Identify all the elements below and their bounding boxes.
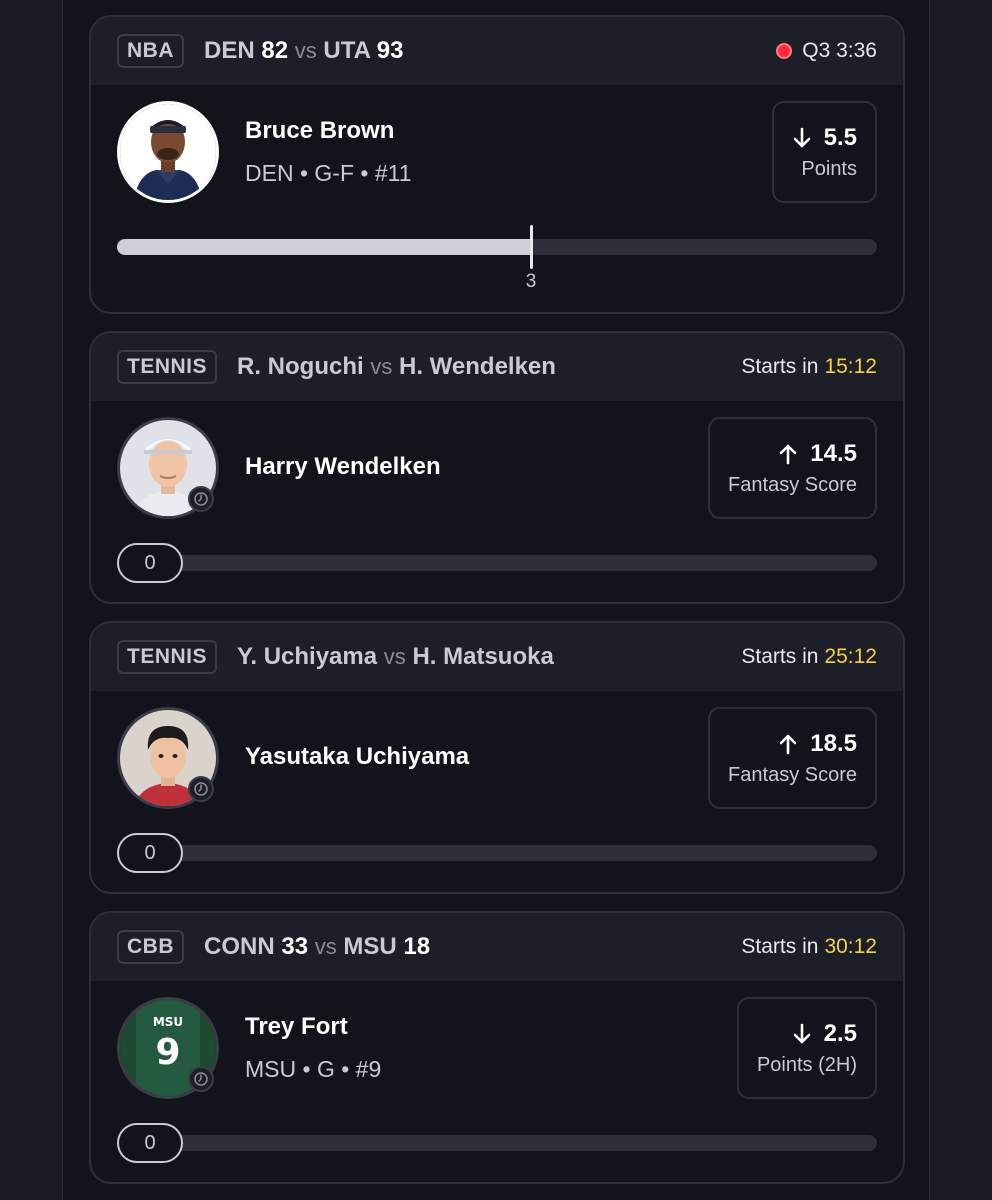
player-info: DEN • G-F • #11	[245, 160, 412, 186]
matchup: R. Noguchi vs H. Wendelken	[237, 353, 556, 381]
game-status: Q3 3:36	[776, 39, 877, 63]
pick-card-trey-fort[interactable]: CBB CONN 33 vs MSU 18 Starts in 30:12 MS…	[89, 911, 905, 1184]
line-value: 5.5	[792, 124, 857, 152]
vs-label: vs	[370, 354, 393, 379]
player-info: MSU • G • #9	[245, 1056, 382, 1082]
jersey-number: 9	[155, 1032, 180, 1073]
line-button[interactable]: 5.5 Points	[771, 101, 877, 203]
score-b: 93	[376, 37, 404, 64]
game-clock: Q3 3:36	[802, 39, 877, 62]
progress-marker	[530, 225, 533, 269]
league-tag: CBB	[117, 930, 184, 964]
score-b: 18	[403, 933, 431, 960]
line-number: 2.5	[823, 1019, 857, 1047]
progress-track: 0	[117, 1123, 877, 1163]
current-value: 3	[525, 271, 537, 292]
start-status: Starts in 15:12	[741, 355, 877, 379]
clock-icon	[188, 776, 214, 802]
jersey-text: MSU	[153, 1015, 183, 1029]
player-b: H. Matsuoka	[412, 643, 554, 670]
countdown: 15:12	[824, 355, 877, 378]
card-header: NBA DEN 82 vs UTA 93 Q3 3:36	[91, 17, 903, 85]
league-tag: TENNIS	[117, 350, 218, 384]
card-header: CBB CONN 33 vs MSU 18 Starts in 30:12	[91, 913, 903, 981]
avatar[interactable]: MSU 9	[117, 997, 219, 1099]
team-b: MSU	[343, 933, 397, 960]
stat-type: Fantasy Score	[728, 473, 857, 496]
pick-card-harry-wendelken[interactable]: TENNIS R. Noguchi vs H. Wendelken Starts…	[89, 331, 905, 604]
vs-label: vs	[294, 38, 317, 63]
line-button[interactable]: 2.5 Points (2H)	[736, 997, 877, 1099]
progress-track: 0	[117, 833, 877, 873]
live-dot-icon	[776, 43, 793, 59]
line-value: 14.5	[778, 440, 857, 468]
countdown: 25:12	[824, 645, 877, 668]
starts-in-label: Starts in	[741, 355, 819, 378]
score-a: 33	[281, 933, 309, 960]
line-value: 2.5	[792, 1020, 857, 1048]
matchup: DEN 82 vs UTA 93	[204, 37, 403, 65]
card-body: Bruce Brown DEN • G-F • #11 5.5 Points 3	[91, 85, 903, 312]
progress-track: 3	[117, 225, 877, 292]
arrow-down-icon	[793, 127, 810, 147]
card-body: Harry Wendelken 14.5 Fantasy Score 0	[91, 401, 903, 602]
line-button[interactable]: 14.5 Fantasy Score	[708, 417, 877, 519]
arrow-up-icon	[779, 734, 797, 754]
current-value-pill: 0	[117, 833, 183, 873]
current-value-pill: 0	[117, 543, 183, 583]
starts-in-label: Starts in	[741, 645, 819, 668]
league-tag: NBA	[117, 34, 184, 68]
player-name: Harry Wendelken	[245, 453, 441, 480]
player-photo	[120, 104, 216, 200]
progress-fill	[117, 239, 531, 255]
countdown: 30:12	[824, 935, 877, 958]
card-header: TENNIS R. Noguchi vs H. Wendelken Starts…	[91, 333, 903, 401]
team-b: UTA	[323, 37, 371, 64]
stat-type: Fantasy Score	[728, 763, 857, 786]
avatar[interactable]	[117, 707, 219, 809]
arrow-up-icon	[779, 444, 797, 464]
player-a: R. Noguchi	[237, 353, 364, 380]
line-number: 14.5	[810, 439, 857, 467]
card-body: MSU 9 Trey Fort MSU • G • #9 2.5 Points …	[91, 981, 903, 1182]
player-name: Yasutaka Uchiyama	[245, 743, 470, 770]
avatar[interactable]	[117, 101, 219, 203]
clock-icon	[188, 486, 214, 512]
player-a: Y. Uchiyama	[237, 643, 378, 670]
team-a: CONN	[204, 933, 275, 960]
avatar[interactable]	[117, 417, 219, 519]
vs-label: vs	[314, 934, 337, 959]
starts-in-label: Starts in	[741, 935, 819, 958]
stat-type: Points	[801, 157, 857, 180]
card-header: TENNIS Y. Uchiyama vs H. Matsuoka Starts…	[91, 623, 903, 691]
score-a: 82	[261, 37, 289, 64]
matchup: CONN 33 vs MSU 18	[204, 933, 430, 961]
arrow-down-icon	[793, 1023, 810, 1043]
player-b: H. Wendelken	[399, 353, 556, 380]
player-name: Bruce Brown	[245, 117, 395, 144]
current-value-pill: 0	[117, 1123, 183, 1163]
start-status: Starts in 30:12	[741, 935, 877, 959]
stat-type: Points (2H)	[756, 1053, 857, 1076]
player-name: Trey Fort	[245, 1013, 348, 1040]
progress-track: 0	[117, 543, 877, 583]
pick-card-yasutaka-uchiyama[interactable]: TENNIS Y. Uchiyama vs H. Matsuoka Starts…	[89, 621, 905, 894]
pick-card-bruce-brown[interactable]: NBA DEN 82 vs UTA 93 Q3 3:36 Bruce Brown…	[89, 15, 905, 314]
start-status: Starts in 25:12	[741, 645, 877, 669]
matchup: Y. Uchiyama vs H. Matsuoka	[237, 643, 554, 671]
line-number: 5.5	[823, 123, 857, 151]
clock-icon	[188, 1066, 214, 1092]
line-number: 18.5	[810, 729, 857, 757]
vs-label: vs	[383, 644, 406, 669]
line-button[interactable]: 18.5 Fantasy Score	[708, 707, 877, 809]
team-a: DEN	[204, 37, 255, 64]
card-body: Yasutaka Uchiyama 18.5 Fantasy Score 0	[91, 691, 903, 892]
league-tag: TENNIS	[117, 640, 218, 674]
line-value: 18.5	[778, 730, 857, 758]
